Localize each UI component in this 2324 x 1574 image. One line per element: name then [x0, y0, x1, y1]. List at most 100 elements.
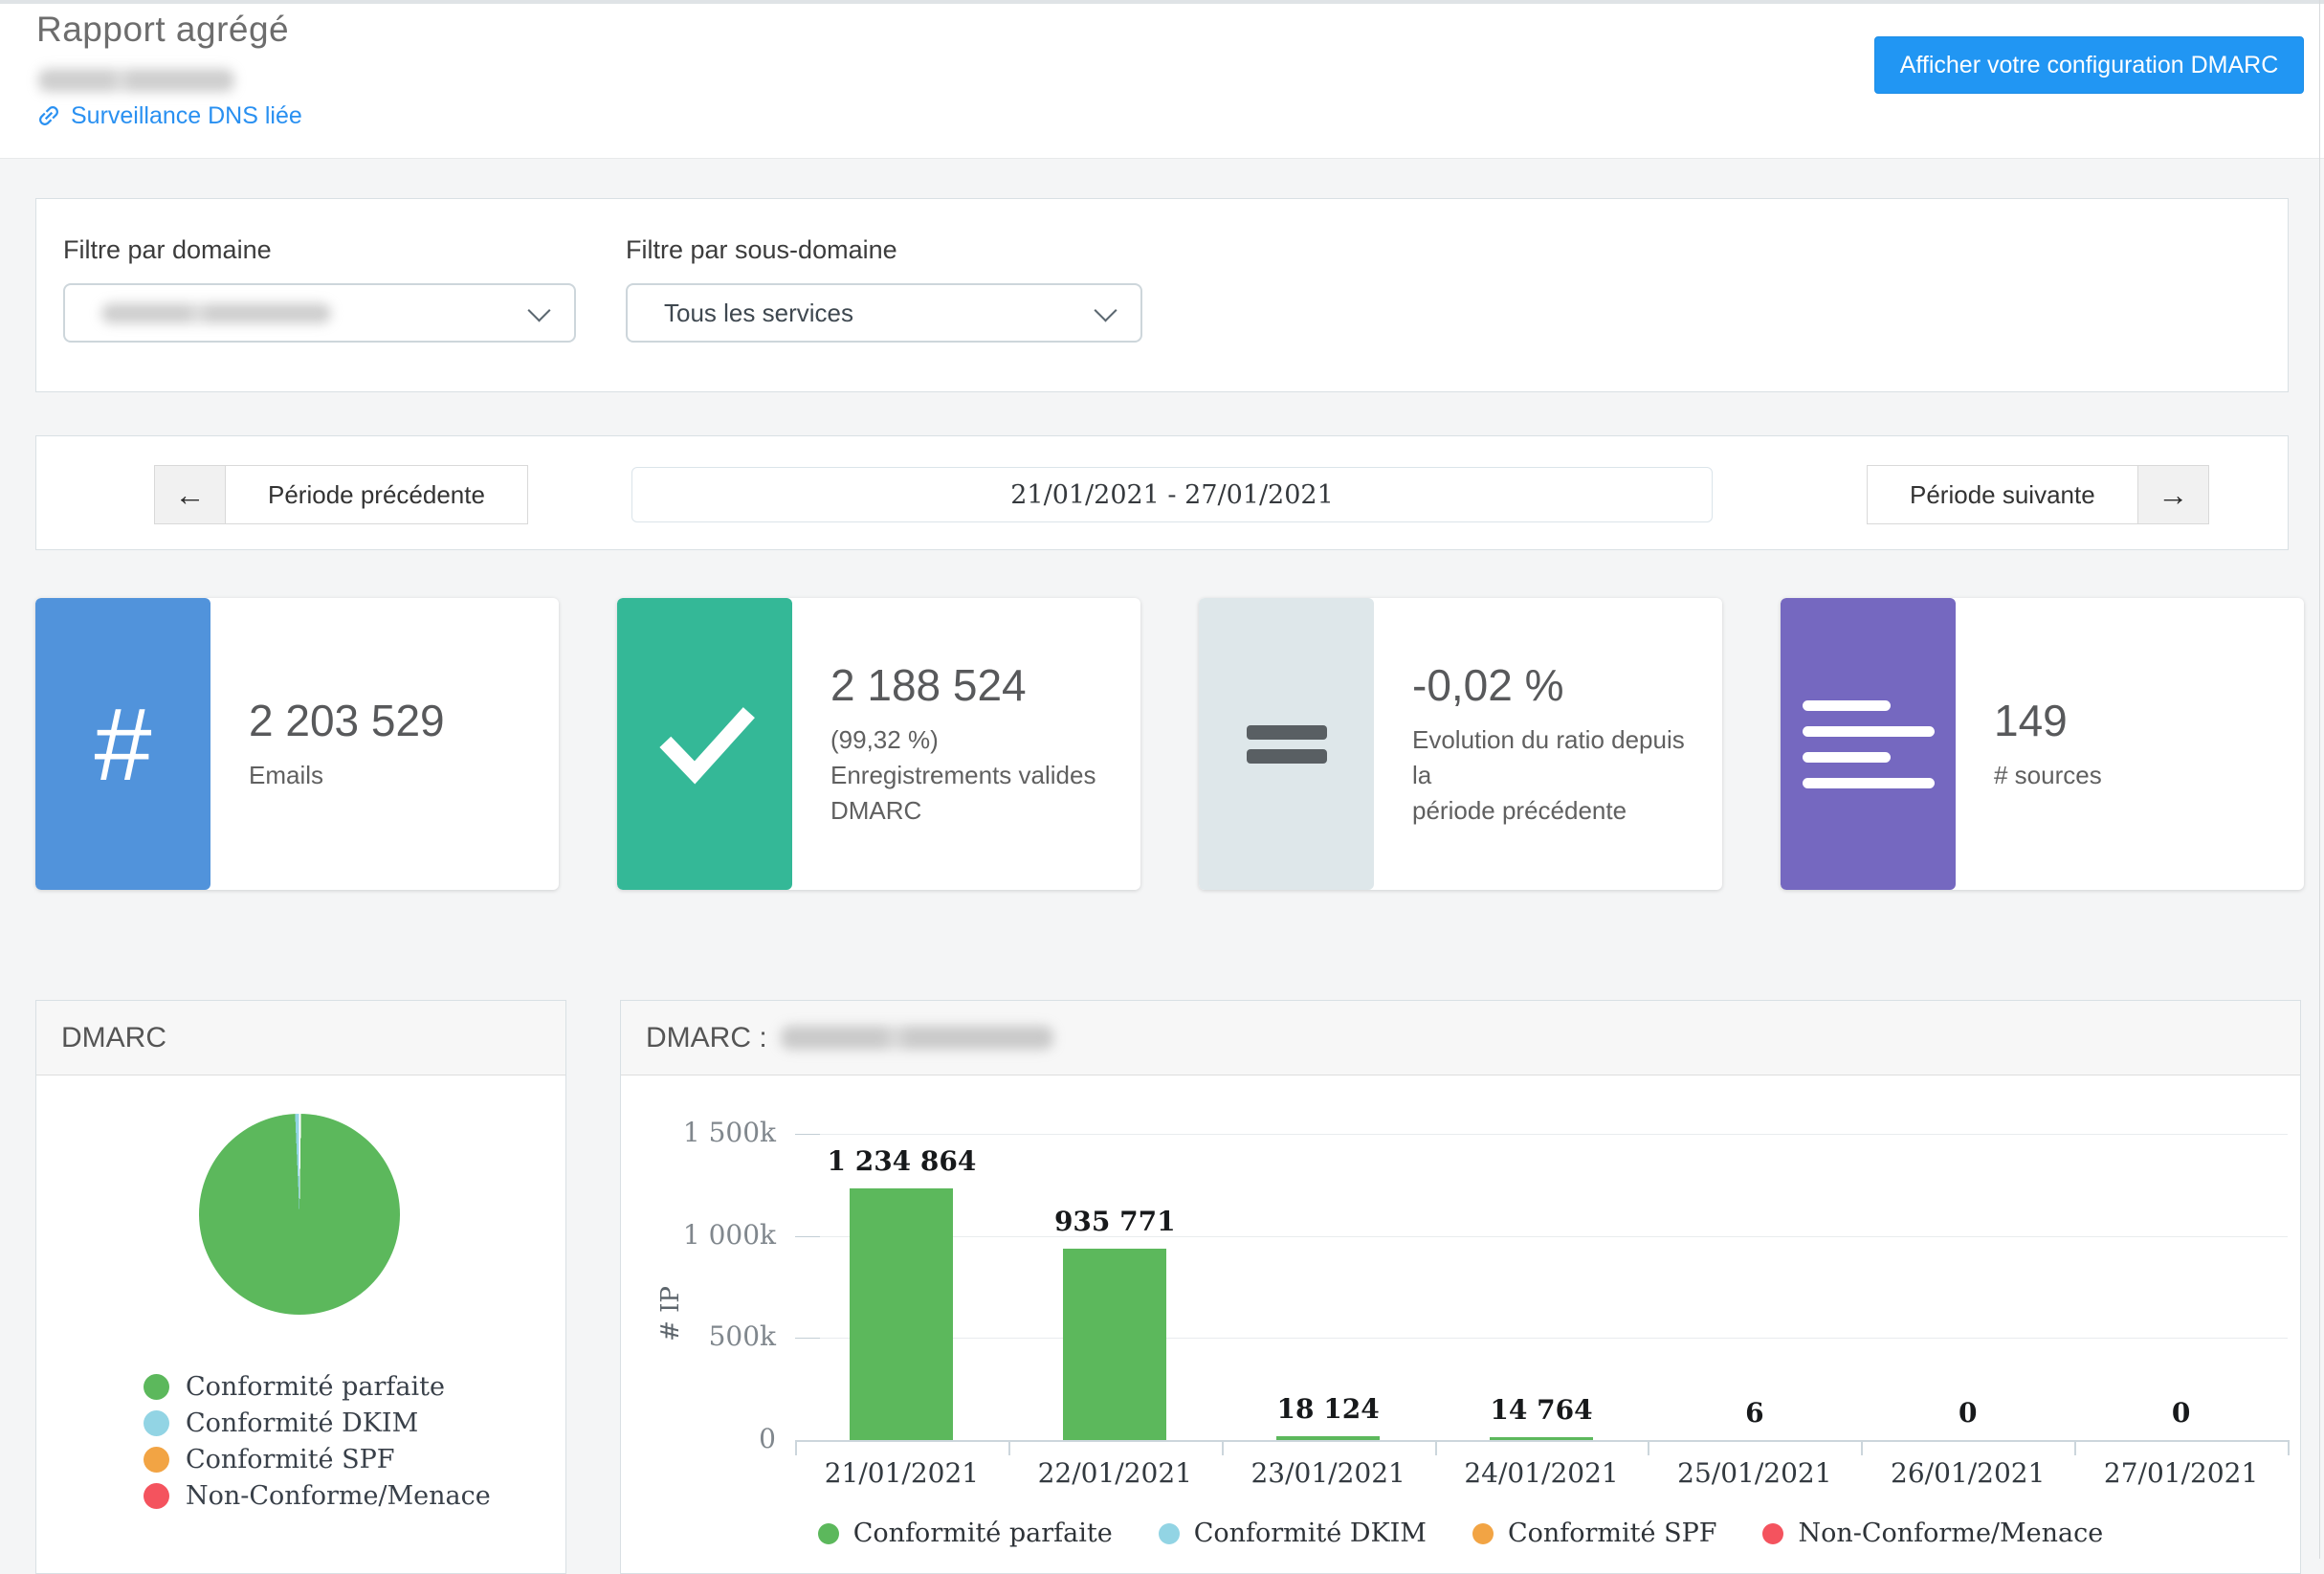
bar-chart-legend: Conformité parfaite Conformité DKIM Confor… — [621, 1519, 2300, 1548]
list-icon — [1781, 598, 1956, 890]
stat-card-sources: 149 # sources — [1781, 598, 2304, 890]
legend-dot-icon — [144, 1447, 169, 1473]
bar-column: 0 — [2074, 1134, 2288, 1440]
legend-label: Conformité DKIM — [186, 1408, 418, 1438]
stat-card-ratio-evolution: -0,02 % Evolution du ratio depuis lapéri… — [1199, 598, 1722, 890]
legend-item[interactable]: Conformité DKIM — [1159, 1519, 1427, 1548]
legend-label: Conformité SPF — [1508, 1519, 1717, 1548]
bar-value-label: 0 — [1959, 1397, 1977, 1429]
bar — [850, 1188, 953, 1440]
page-title: Rapport agrégé — [36, 10, 289, 50]
dmarc-pie-card: DMARC Conformité parfaite Conformité DKIM… — [35, 1000, 566, 1574]
stat-card-valid-dmarc: 2 188 524 (99,32 %)Enregistrements valid… — [617, 598, 1140, 890]
legend-dot-icon — [1762, 1523, 1783, 1544]
show-dmarc-config-button[interactable]: Afficher votre configuration DMARC — [1874, 36, 2304, 94]
legend-item[interactable]: Conformité SPF — [1472, 1519, 1717, 1548]
legend-item[interactable]: Conformité SPF — [144, 1441, 491, 1477]
x-axis-tick — [2288, 1440, 2290, 1455]
subdomain-filter-label: Filtre par sous-domaine — [626, 235, 897, 265]
top-bar: Rapport agrégé Surveillance DNS liée Aff… — [0, 0, 2324, 159]
legend-label: Conformité parfaite — [186, 1372, 445, 1402]
bar-column: 14 764 — [1435, 1134, 1649, 1440]
legend-dot-icon — [818, 1523, 839, 1544]
bar-column: 1 234 864 — [795, 1134, 1008, 1440]
dns-monitoring-label: Surveillance DNS liée — [71, 102, 302, 130]
legend-dot-icon — [144, 1374, 169, 1400]
pie-card-title: DMARC — [61, 1022, 166, 1054]
legend-label: Conformité SPF — [186, 1445, 395, 1474]
bar-value-label: 935 771 — [1054, 1206, 1176, 1237]
dmarc-pie — [199, 1114, 400, 1315]
date-range-input[interactable]: 21/01/2021 - 27/01/2021 — [631, 467, 1713, 522]
stat-label: Emails — [249, 758, 547, 793]
stat-label: (99,32 %)Enregistrements validesDMARC — [830, 722, 1129, 829]
legend-item[interactable]: Conformité DKIM — [144, 1405, 491, 1441]
x-axis-line — [795, 1440, 2288, 1442]
check-icon — [617, 598, 792, 890]
hash-icon: # — [35, 598, 210, 890]
legend-label: Non-Conforme/Menace — [186, 1481, 491, 1511]
stat-card-emails: # 2 203 529 Emails — [35, 598, 559, 890]
domain-filter-label: Filtre par domaine — [63, 235, 272, 265]
stat-label: Evolution du ratio depuis lapériode préc… — [1412, 722, 1711, 829]
legend-item[interactable]: Conformité parfaite — [818, 1519, 1113, 1548]
legend-item[interactable]: Non-Conforme/Menace — [144, 1477, 491, 1514]
subdomain-filter-select[interactable]: Tous les services — [626, 283, 1142, 343]
link-icon — [30, 97, 68, 135]
stat-value: 2 203 529 — [249, 695, 547, 746]
domain-filter-select[interactable] — [63, 283, 576, 343]
x-axis-tick — [795, 1440, 797, 1455]
legend-dot-icon — [1472, 1523, 1494, 1544]
bar-value-label: 6 — [1745, 1397, 1763, 1429]
x-axis-tick — [1222, 1440, 1224, 1455]
dmarc-bar-card: DMARC : # IP 0500k1 000k1 500k 1 234 864… — [620, 1000, 2301, 1574]
previous-period-button[interactable]: Période précédente — [225, 465, 528, 524]
x-tick-label: 25/01/2021 — [1648, 1457, 1861, 1489]
legend-dot-icon — [144, 1410, 169, 1436]
bar-card-title: DMARC : — [646, 1022, 767, 1054]
x-tick-label: 23/01/2021 — [1222, 1457, 1435, 1489]
equals-icon — [1199, 598, 1374, 890]
legend-item[interactable]: Conformité parfaite — [144, 1368, 491, 1405]
filters-panel: Filtre par domaine Filtre par sous-domai… — [35, 198, 2289, 392]
legend-dot-icon — [144, 1483, 169, 1509]
x-tick-label: 26/01/2021 — [1861, 1457, 2074, 1489]
bar-value-label: 1 234 864 — [827, 1145, 976, 1177]
x-axis-tick — [1648, 1440, 1649, 1455]
legend-item[interactable]: Non-Conforme/Menace — [1762, 1519, 2103, 1548]
legend-label: Conformité parfaite — [853, 1519, 1113, 1548]
pie-legend: Conformité parfaite Conformité DKIM Confor… — [144, 1368, 491, 1514]
legend-dot-icon — [1159, 1523, 1180, 1544]
x-tick-label: 21/01/2021 — [795, 1457, 1008, 1489]
arrow-right-icon[interactable]: → — [2138, 465, 2209, 524]
bar-value-label: 14 764 — [1490, 1394, 1592, 1426]
stat-value: 2 188 524 — [830, 659, 1129, 711]
bar-column: 18 124 — [1222, 1134, 1435, 1440]
chevron-down-icon — [527, 299, 550, 321]
bar-value-label: 18 124 — [1277, 1393, 1380, 1425]
bar-column: 6 — [1648, 1134, 1861, 1440]
bar-column: 935 771 — [1008, 1134, 1222, 1440]
x-axis-tick — [1008, 1440, 1010, 1455]
next-period-button[interactable]: Période suivante — [1867, 465, 2138, 524]
x-tick-label: 27/01/2021 — [2074, 1457, 2288, 1489]
previous-period-group: ← Période précédente — [154, 465, 528, 524]
x-axis-tick — [1435, 1440, 1437, 1455]
arrow-left-icon[interactable]: ← — [154, 465, 225, 524]
dns-monitoring-link[interactable]: Surveillance DNS liée — [35, 100, 302, 132]
x-tick-label: 24/01/2021 — [1435, 1457, 1649, 1489]
subdomain-filter-value: Tous les services — [664, 299, 853, 328]
y-tick-label: 1 500k — [661, 1117, 776, 1148]
plot-area: 1 234 864 935 771 18 124 14 764 6 0 0 — [795, 1134, 2288, 1440]
x-tick-label: 22/01/2021 — [1008, 1457, 1222, 1489]
redacted-domain-chart-title — [781, 1026, 1053, 1050]
legend-label: Conformité DKIM — [1194, 1519, 1427, 1548]
next-period-group: Période suivante → — [1867, 465, 2209, 524]
legend-label: Non-Conforme/Menace — [1798, 1519, 2103, 1548]
x-axis-tick — [2074, 1440, 2076, 1455]
stat-value: -0,02 % — [1412, 659, 1711, 711]
redacted-domain-value — [101, 303, 331, 323]
redacted-domain-subtitle — [38, 69, 234, 92]
stat-value: 149 — [1994, 695, 2292, 746]
period-panel: ← Période précédente 21/01/2021 - 27/01/… — [35, 435, 2289, 550]
